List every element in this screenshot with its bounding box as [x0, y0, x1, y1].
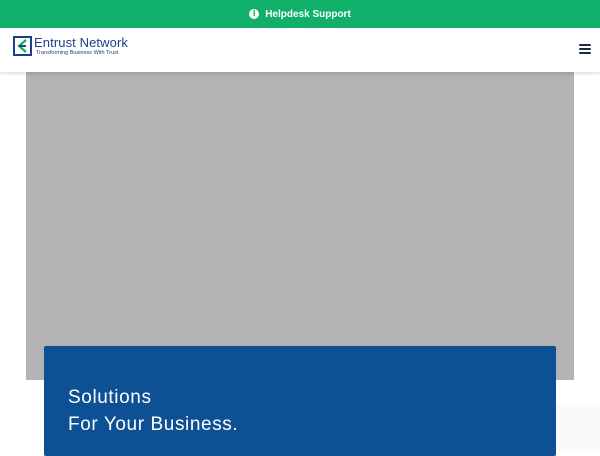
hero-card: Solutions For Your Business. — [44, 346, 556, 456]
menu-line — [579, 52, 591, 54]
hero-image — [26, 72, 574, 380]
helpdesk-support-bar[interactable]: i Helpdesk Support — [0, 0, 600, 28]
site-logo[interactable]: Entrust Network Transforming Business Wi… — [13, 36, 128, 56]
menu-line — [579, 48, 591, 50]
logo-name: Entrust Network — [34, 35, 128, 50]
hero-headline-line1: Solutions — [68, 387, 152, 408]
site-header: Entrust Network Transforming Business Wi… — [0, 28, 600, 72]
logo-text: Entrust Network Transforming Business Wi… — [34, 35, 128, 57]
hamburger-menu-icon[interactable] — [579, 44, 591, 54]
entrust-logo-icon — [13, 36, 32, 56]
helpdesk-support-link[interactable]: Helpdesk Support — [265, 9, 351, 20]
info-icon: i — [249, 9, 260, 19]
logo-tagline: Transforming Business With Trust — [36, 50, 119, 56]
hero-headline-line2: For Your Business. — [68, 414, 239, 435]
hero-headline: Solutions For Your Business. — [68, 384, 238, 438]
menu-line — [579, 44, 591, 46]
side-panel — [556, 405, 600, 450]
